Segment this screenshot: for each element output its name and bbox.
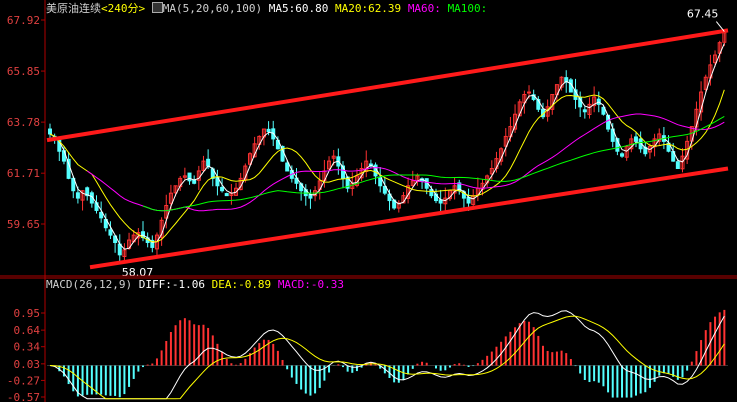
candle-body (99, 211, 104, 219)
instrument-name: 美原油连续 (46, 2, 101, 15)
price-tick-label: 65.85 (7, 65, 40, 78)
price-header: 美原油连续<240分> MA(5,20,60,100) MA5:60.80 MA… (46, 2, 487, 15)
candle-body (582, 109, 587, 113)
lower-channel-line (89, 166, 729, 270)
candle-body (527, 91, 532, 94)
axes: 67.92 65.85 63.78 61.71 59.65 0.95 0.64 0.34 0.0… (0, 0, 737, 402)
dea-value: DEA:-0.89 (211, 278, 272, 291)
macd-tick-label: 0.34 (14, 341, 41, 354)
candle-body (187, 172, 192, 182)
diff-value: DIFF:-1.06 (138, 278, 205, 291)
price-tick-label: 61.71 (7, 167, 40, 180)
ma20-value: MA20:62.39 (334, 2, 402, 15)
chart-canvas: 67.4558.07 67.92 65.85 63.78 61.71 59.65 0.95… (0, 0, 737, 402)
candle-body (206, 158, 211, 167)
macd-tick-label: 0.95 (14, 307, 41, 320)
candle-body (285, 162, 290, 172)
macd-params: MACD(26,12,9) (46, 278, 133, 291)
ma100-line (142, 115, 725, 212)
macd-tick-label: 0.64 (14, 324, 41, 337)
candle-body (633, 136, 638, 142)
candle-body (192, 179, 197, 184)
ma-toggle-icon[interactable] (151, 2, 163, 13)
candle-body (48, 128, 52, 135)
ma60-value: MA60: (407, 2, 441, 15)
price-panel: 67.4558.07 (46, 8, 729, 279)
ma60-line (86, 113, 725, 212)
ma5-value: MA5:60.80 (268, 2, 329, 15)
candle-body (675, 161, 680, 169)
price-tick-label: 63.78 (7, 116, 40, 129)
macd-tick-label: 0.03 (14, 358, 41, 371)
macd-tick-label: -0.27 (7, 374, 40, 387)
period-label: <240分> (101, 2, 146, 15)
price-tick-label: 59.65 (7, 218, 40, 231)
candle-body (75, 192, 80, 199)
macd-value: MACD:-0.33 (277, 278, 345, 291)
ma100-value: MA100: (447, 2, 488, 15)
macd-tick-label: -0.57 (7, 391, 40, 402)
macd-panel (47, 309, 728, 400)
ma-params: MA(5,20,60,100) (162, 2, 263, 15)
candle-body (466, 196, 471, 204)
diff-line (49, 310, 725, 400)
macd-header: MACD(26,12,9) DIFF:-1.06 DEA:-0.89 MACD:… (46, 279, 344, 291)
ma20-line (49, 89, 725, 243)
dea-line (49, 315, 725, 400)
upper-channel-line (46, 28, 729, 143)
candle-body (108, 229, 113, 236)
candle-body (220, 186, 225, 192)
candle-body (224, 193, 229, 197)
candle-body (620, 153, 625, 157)
candle-body (266, 128, 271, 132)
high-price-label: 67.45 (687, 8, 719, 21)
price-tick-label: 67.92 (7, 14, 40, 27)
